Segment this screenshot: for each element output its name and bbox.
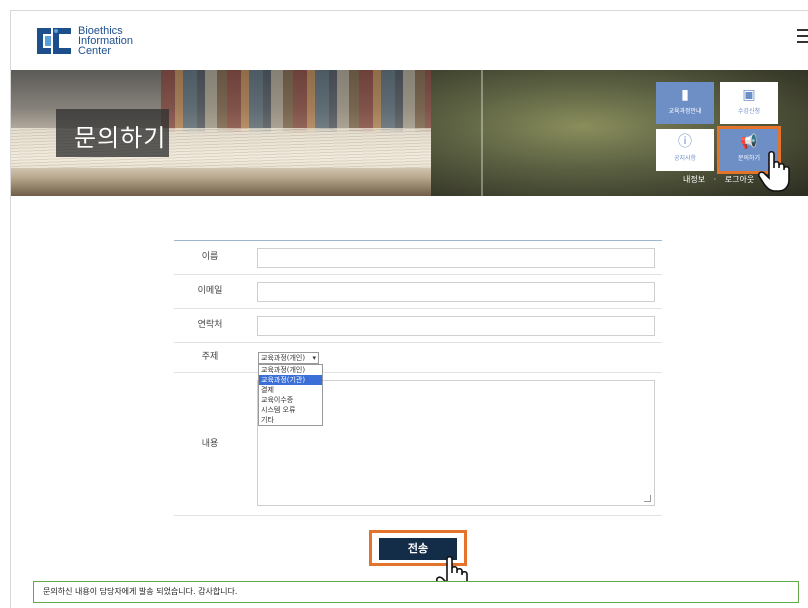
email-input[interactable] bbox=[257, 282, 655, 302]
resize-handle-icon[interactable] bbox=[644, 495, 651, 502]
my-info-link[interactable]: 내정보 bbox=[683, 175, 705, 184]
site-header: Bioethics Information Center bbox=[11, 11, 808, 69]
logout-link[interactable]: 로그아웃 bbox=[725, 175, 754, 184]
info-icon: ⓘ bbox=[678, 134, 692, 150]
row-subject: 주제 교육과정(개인) ▾ 교육과정(개인) 교육과정(기관) 결제 교육이수증… bbox=[174, 343, 662, 426]
quick-enroll-button[interactable]: ▣ 수강신청 bbox=[720, 82, 778, 124]
content-label: 내용 bbox=[201, 439, 219, 449]
subject-option[interactable]: 교육이수증 bbox=[259, 395, 322, 405]
banner-title-box: 문의하기 bbox=[56, 109, 169, 157]
quick-notice-button[interactable]: ⓘ 공지사항 bbox=[656, 129, 714, 171]
logo-mark-icon bbox=[33, 24, 75, 58]
subject-label: 주제 bbox=[201, 352, 219, 362]
hamburger-menu-icon[interactable] bbox=[797, 29, 808, 47]
monitor-icon: ▣ bbox=[742, 87, 756, 103]
row-email: 이메일 bbox=[174, 275, 662, 309]
subject-option[interactable]: 교육과정(개인) bbox=[259, 365, 322, 375]
page-title: 문의하기 bbox=[74, 124, 167, 152]
logo-text: Bioethics Information Center bbox=[78, 26, 133, 57]
subject-select[interactable]: 교육과정(개인) ▾ bbox=[258, 352, 319, 364]
hand-cursor-icon bbox=[757, 150, 797, 194]
quick-course-info-button[interactable]: ▮ 교육과정안내 bbox=[656, 82, 714, 124]
site-logo[interactable]: Bioethics Information Center bbox=[33, 24, 133, 58]
subject-option[interactable]: 시스템 오류 bbox=[259, 405, 322, 415]
quick-label: 교육과정안내 bbox=[668, 108, 702, 115]
name-input[interactable] bbox=[257, 248, 655, 268]
subject-option[interactable]: 결제 bbox=[259, 385, 322, 395]
chevron-down-icon: ▾ bbox=[312, 354, 316, 362]
banner-book-spines bbox=[161, 70, 441, 132]
megaphone-icon: 📢 bbox=[740, 134, 758, 150]
row-name: 이름 bbox=[174, 241, 662, 275]
email-label: 이메일 bbox=[197, 286, 223, 296]
page-banner: 문의하기 ▮ 교육과정안내 ▣ 수강신청 ⓘ 공지사항 📢 문의하기 내정보 · bbox=[11, 70, 808, 196]
row-content: 내용 bbox=[174, 373, 662, 516]
user-links: 내정보 · 로그아웃 bbox=[683, 174, 760, 185]
status-message: 문의하신 내용이 담당자에게 발송 되었습니다. 감사합니다. bbox=[33, 581, 799, 603]
subject-selected-value: 교육과정(개인) bbox=[261, 354, 306, 362]
inquiry-form: 이름 이메일 연락처 주제 교육과정(개인) ▾ 교육과정(개인) 교육과정(기… bbox=[174, 240, 662, 516]
phone-input[interactable] bbox=[257, 316, 655, 336]
link-separator: · bbox=[713, 175, 717, 184]
subject-option[interactable]: 기타 bbox=[259, 415, 322, 425]
page-frame: Bioethics Information Center 문의하기 ▮ 교육과정… bbox=[10, 10, 808, 608]
banner-vine bbox=[481, 70, 483, 196]
logo-line-3: Center bbox=[78, 45, 112, 57]
name-label: 이름 bbox=[201, 252, 219, 262]
quick-label: 수강신청 bbox=[737, 108, 761, 115]
phone-label: 연락처 bbox=[197, 320, 223, 330]
subject-dropdown: 교육과정(개인) 교육과정(기관) 결제 교육이수증 시스템 오류 기타 bbox=[258, 364, 323, 426]
row-phone: 연락처 bbox=[174, 309, 662, 343]
subject-option-highlighted[interactable]: 교육과정(기관) bbox=[259, 375, 322, 385]
book-icon: ▮ bbox=[681, 87, 689, 103]
quick-label: 공지사항 bbox=[673, 155, 697, 162]
